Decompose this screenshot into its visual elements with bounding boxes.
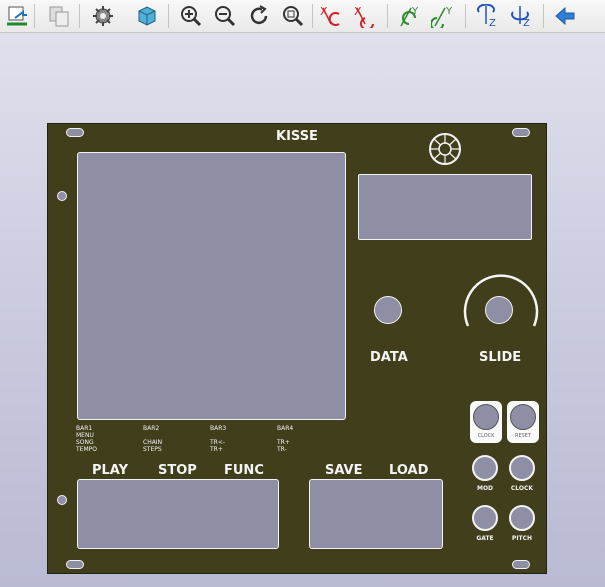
func-group-2: BAR2 CHAIN STEPS xyxy=(143,425,163,453)
load-label: LOAD xyxy=(389,463,429,478)
redraw-button[interactable] xyxy=(246,3,272,29)
rotate-x-icon: X xyxy=(320,5,340,26)
svg-text:Y: Y xyxy=(445,6,453,17)
rotate-x-icon: X xyxy=(354,5,374,28)
gate-jack[interactable] xyxy=(472,505,498,531)
open-document-icon xyxy=(7,6,27,26)
zoom-out-icon xyxy=(215,6,236,27)
stop-label: STOP xyxy=(158,463,197,478)
svg-text:Z: Z xyxy=(489,18,496,28)
func-label: FUNC xyxy=(224,463,264,478)
back-button[interactable] xyxy=(552,3,578,29)
clock-button[interactable]: CLOCK xyxy=(470,401,502,443)
gear-icon xyxy=(93,6,113,26)
data-label: DATA xyxy=(370,350,408,365)
open-document-button[interactable] xyxy=(4,3,30,29)
func-group-4: BAR4 TR+ TR- xyxy=(277,425,294,453)
save-load-button-window[interactable] xyxy=(309,479,443,549)
logo-icon xyxy=(429,133,461,165)
redraw-icon xyxy=(250,5,268,25)
rotate-x-ccw-button[interactable]: X xyxy=(352,3,378,29)
front-panel[interactable]: KISSE DATA SLIDE BAR1 MENU SONG TEMPO BA… xyxy=(47,123,547,574)
rotate-z-cw-button[interactable]: Z xyxy=(474,3,500,29)
mounting-slot xyxy=(66,560,84,569)
zoom-in-icon xyxy=(181,6,202,27)
zoom-out-button[interactable] xyxy=(212,3,238,29)
pitch-jack-label: PITCH xyxy=(511,535,533,542)
mounting-hole xyxy=(57,495,67,505)
mounting-slot xyxy=(512,560,530,569)
display-window xyxy=(77,152,346,420)
copy-icon xyxy=(49,6,69,27)
settings-button[interactable] xyxy=(90,3,116,29)
pitch-jack[interactable] xyxy=(509,505,535,531)
rotate-z-icon: Z xyxy=(477,4,496,28)
rotate-y-cw-button[interactable]: Y xyxy=(396,3,422,29)
reset-button-label: RESET xyxy=(514,433,532,439)
copy-view-button[interactable] xyxy=(46,3,72,29)
zoom-fit-button[interactable] xyxy=(280,3,306,29)
func-group-3: BAR3 TR<- TR+ xyxy=(210,425,227,453)
view-3d-button[interactable] xyxy=(134,3,160,29)
clock-jack[interactable] xyxy=(509,455,535,481)
save-label: SAVE xyxy=(325,463,363,478)
arrow-left-icon xyxy=(555,6,575,26)
rotate-y-ccw-button[interactable]: Y xyxy=(430,3,456,29)
cube-icon xyxy=(138,6,156,26)
gate-jack-label: GATE xyxy=(476,535,494,542)
reset-button[interactable]: RESET xyxy=(507,401,539,443)
mounting-slot xyxy=(512,128,530,137)
data-knob[interactable] xyxy=(374,296,402,324)
clock-button-cap xyxy=(473,404,499,430)
zoom-in-button[interactable] xyxy=(178,3,204,29)
transport-button-window[interactable] xyxy=(77,479,279,549)
mod-jack-label: MOD xyxy=(476,485,494,492)
rotate-z-ccw-button[interactable]: Z xyxy=(508,3,534,29)
func-group-1: BAR1 MENU SONG TEMPO xyxy=(76,425,97,453)
rotate-z-icon: Z xyxy=(511,6,530,28)
rotate-y-icon: Y xyxy=(431,6,453,28)
toolbar: X X Y Y Z Z xyxy=(0,0,605,33)
panel-title: KISSE xyxy=(276,129,318,144)
play-label: PLAY xyxy=(92,463,129,478)
clock-jack-label: CLOCK xyxy=(510,485,534,492)
reset-button-cap xyxy=(510,404,536,430)
rotate-x-cw-button[interactable]: X xyxy=(318,3,344,29)
rotate-y-icon: Y xyxy=(400,6,419,27)
zoom-fit-icon xyxy=(283,6,304,27)
slide-label: SLIDE xyxy=(479,350,522,365)
clock-button-label: CLOCK xyxy=(477,433,495,439)
small-display-window xyxy=(358,174,532,240)
mounting-hole xyxy=(57,191,67,201)
mounting-slot xyxy=(66,128,84,137)
slide-knob[interactable] xyxy=(485,296,513,324)
mod-jack[interactable] xyxy=(472,455,498,481)
